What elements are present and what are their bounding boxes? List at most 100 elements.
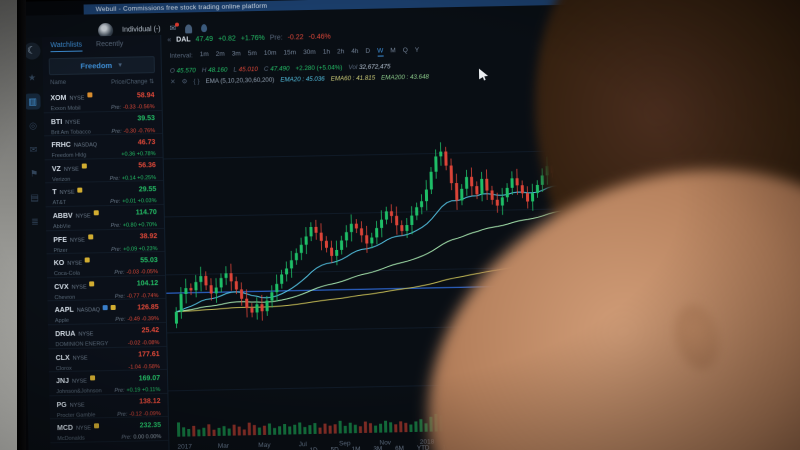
volume-bar xyxy=(404,422,408,433)
candle-body xyxy=(349,223,353,233)
column-name[interactable]: Name xyxy=(50,80,66,87)
volume-bar xyxy=(212,429,216,437)
candle-body xyxy=(515,178,519,186)
candle-body xyxy=(324,240,329,248)
x-axis-label: 2017 xyxy=(177,443,192,450)
pre-label: Pre: xyxy=(114,387,125,395)
analysis-icon[interactable]: ⚑ xyxy=(26,165,42,181)
range-button-5d[interactable]: 5D xyxy=(331,446,339,450)
volume-bar xyxy=(293,424,297,435)
range-button-3m[interactable]: 3M xyxy=(373,446,382,450)
ema60-value: 41.815 xyxy=(356,74,376,82)
watchlist-row[interactable]: FRHC NASDAQ 46.73 Freedom Hldg +0.36 +0.78% xyxy=(44,134,163,161)
candle-body xyxy=(520,185,524,194)
pre-change: -0.22 xyxy=(287,34,304,42)
interval-button-15m[interactable]: 15m xyxy=(283,49,296,58)
price: 25.42 xyxy=(141,327,160,335)
volume-bar xyxy=(207,424,211,437)
candle-body xyxy=(294,253,298,261)
interval-button-3m[interactable]: 3m xyxy=(232,50,241,59)
volume-bar xyxy=(419,419,423,432)
range-button-ytd[interactable]: YTD xyxy=(417,445,430,450)
watchlist-row[interactable]: PFE NYSE 38.92 Pfizer Pre: +0.09 +0.23% xyxy=(46,228,165,255)
account-label[interactable]: Individual (-) xyxy=(122,25,161,33)
change: Pre: -0.30 -0.76% xyxy=(111,127,156,135)
candle-body xyxy=(424,189,429,202)
notifications-bell-icon[interactable] xyxy=(185,23,193,33)
watchlist-row[interactable]: KO NYSE 55.03 Coca-Cola Pre: -0.03 -0.05% xyxy=(46,252,166,279)
watchlist-row[interactable]: CLX NYSE 177.61 Clorox -1.04 -0.58% xyxy=(48,346,167,373)
high-value: 48.160 xyxy=(208,66,228,75)
pre-label: Pre: xyxy=(110,222,121,229)
range-button-6m[interactable]: 6M xyxy=(395,445,404,450)
interval-button-1m[interactable]: 1m xyxy=(200,51,209,60)
price: 126.85 xyxy=(137,303,159,312)
watchlist-row[interactable]: BTI NYSE 39.53 Brit Am Tobacco Pre: -0.30 -0.… xyxy=(43,110,163,137)
watchlist-row[interactable]: VZ NYSE 56.36 Verizon Pre: +0.14 +0.25% xyxy=(44,157,164,184)
interval-button-10m[interactable]: 10m xyxy=(264,50,277,59)
interval-button-W[interactable]: W xyxy=(377,47,384,57)
indicator-settings-icon[interactable]: ⚙ xyxy=(182,77,188,85)
volume-bar xyxy=(374,425,378,433)
interval-button-30m[interactable]: 30m xyxy=(303,49,316,58)
candle-body xyxy=(444,151,448,166)
indicator-code-icon[interactable]: { } xyxy=(193,78,199,85)
candle-body xyxy=(434,156,438,172)
ema200-label: EMA200 : xyxy=(381,73,409,82)
company-name: Clorox xyxy=(55,365,72,372)
row-line2: DOMINION ENERGY -0.02 -0.08% xyxy=(55,338,159,350)
candle-body xyxy=(234,281,238,290)
watchlist-row[interactable]: XOM NYSE 58.94 Exxon Mobil Pre: -0.33 -0.56% xyxy=(43,86,162,113)
watchlist-group-dropdown[interactable]: Freedom ▼ xyxy=(48,56,155,76)
ema-formula: EMA (5,10,20,30,60,200) xyxy=(205,76,275,85)
tab-watchlists[interactable]: Watchlists xyxy=(50,41,83,53)
watchlist-row[interactable]: T NYSE 29.55 AT&T Pre: +0.01 +0.03% xyxy=(45,181,164,208)
watchlist-row[interactable]: CVX NYSE 104.12 Chevron Pre: -0.77 -0.74% xyxy=(47,275,166,302)
watchlist-row[interactable]: JNJ NYSE 169.07 Johnson&Johnson Pre: +0.19 +0… xyxy=(48,370,168,396)
interval-button-M[interactable]: M xyxy=(390,47,396,56)
watchlist-row[interactable]: MCD NYSE 232.35 McDonalds Pre: 0.00 0.00% xyxy=(49,417,169,444)
interval-button-1h[interactable]: 1h xyxy=(323,49,330,58)
mail-icon[interactable]: ✉ xyxy=(169,22,180,33)
markets-icon[interactable]: ▥ xyxy=(24,93,41,110)
theme-icon[interactable] xyxy=(201,24,208,33)
trade-icon[interactable]: ▤ xyxy=(26,189,42,205)
watchlist-row[interactable]: DRUA NYSE 25.42 DOMINION ENERGY -0.02 -0.08% xyxy=(47,322,167,350)
interval-button-2h[interactable]: 2h xyxy=(337,48,344,57)
discover-icon[interactable]: ◎ xyxy=(25,117,41,133)
change: +0.36 +0.78% xyxy=(121,151,156,158)
vol-value: 32,672,475 xyxy=(358,63,391,71)
exchange: NYSE xyxy=(69,237,85,244)
watchlist-row[interactable]: ABBV NYSE 114.70 AbbVie Pre: +0.80 +0.70% xyxy=(45,204,165,231)
price: 58.94 xyxy=(136,91,155,99)
tab-recently[interactable]: Recently xyxy=(96,41,123,52)
candle-body xyxy=(184,288,188,295)
interval-button-Q[interactable]: Q xyxy=(403,47,408,56)
interval-button-Y[interactable]: Y xyxy=(415,47,420,56)
interval-button-4h[interactable]: 4h xyxy=(351,48,358,57)
column-price-change[interactable]: Price/Change ⇅ xyxy=(111,78,154,86)
watchlist-row[interactable]: PG NYSE 138.12 Procter Gamble Pre: -0.12 -0.0… xyxy=(49,393,168,420)
interval-label: Interval: xyxy=(169,52,193,60)
ticker-symbol[interactable]: DAL xyxy=(176,36,191,43)
volume-bar xyxy=(176,422,181,437)
pre-label: Pre: xyxy=(110,104,122,111)
watchlist-row[interactable]: AAPL NASDAQ 126.85 Apple Pre: -0.49 -0.39% xyxy=(47,299,166,326)
menu-icon[interactable]: ≣ xyxy=(27,213,43,229)
interval-button-D[interactable]: D xyxy=(365,48,370,57)
range-button-1m[interactable]: 1M xyxy=(352,446,361,450)
remove-indicator-icon[interactable]: ✕ xyxy=(170,78,176,86)
price: 169.07 xyxy=(138,374,161,383)
ticker-change: +0.82 xyxy=(218,35,236,43)
pre-label: Pre: xyxy=(115,317,126,324)
change: Pre: 0.00 0.00% xyxy=(121,434,162,442)
symbol-group: CLX NYSE xyxy=(56,350,88,364)
symbol-group: MCD NYSE xyxy=(57,421,100,435)
community-icon[interactable]: ✉ xyxy=(25,141,41,157)
candle-body xyxy=(359,228,364,236)
interval-button-5m[interactable]: 5m xyxy=(248,50,257,59)
watchlist-star-icon[interactable]: ★ xyxy=(24,69,40,85)
collapse-icon[interactable]: « xyxy=(167,37,171,44)
interval-button-2m[interactable]: 2m xyxy=(216,51,225,60)
candle-body xyxy=(194,282,198,291)
